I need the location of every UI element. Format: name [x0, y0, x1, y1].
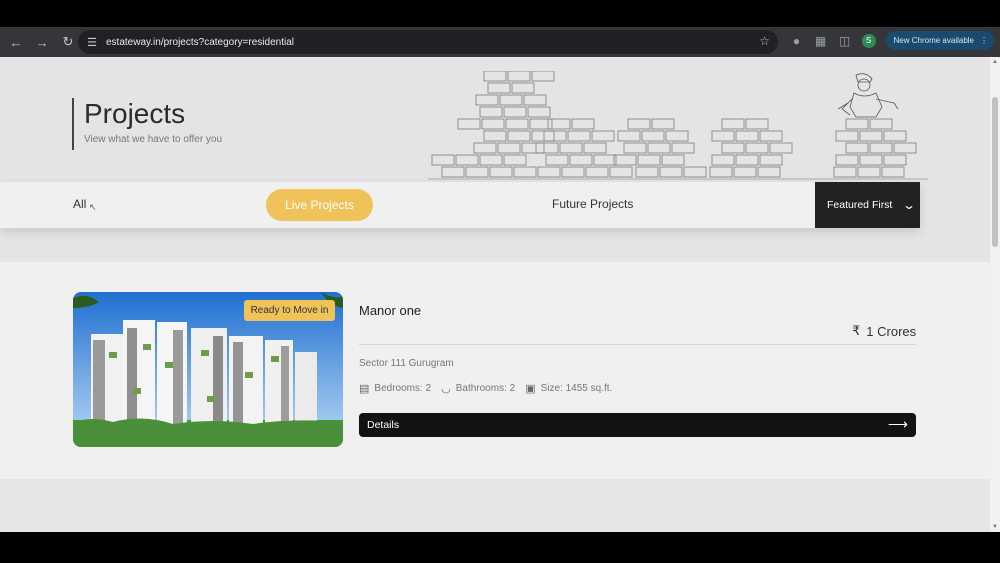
sort-dropdown-label: Featured First [827, 199, 893, 211]
hero-section: Projects View what we have to offer you [0, 57, 990, 262]
reload-icon[interactable]: ↻ [56, 30, 80, 54]
worker-figure [837, 73, 899, 118]
feature-bedrooms: ▤ Bedrooms: 2 [359, 382, 431, 395]
page-subtitle: View what we have to offer you [84, 134, 223, 145]
back-icon[interactable]: ← [4, 30, 28, 54]
star-icon[interactable]: ☆ [759, 34, 770, 48]
bedrooms-text: Bedrooms: 2 [374, 383, 432, 394]
tune-icon[interactable]: ☰ [84, 36, 100, 49]
scroll-down-icon[interactable]: ▼ [992, 524, 998, 530]
arrow-right-icon: ⟶ [887, 416, 908, 432]
forward-icon[interactable]: → [30, 30, 54, 54]
filter-tab-future-projects[interactable]: Future Projects [552, 197, 633, 211]
page-scrollbar[interactable]: ▲ ▼ [990, 57, 1000, 532]
rupee-icon: ₹ [852, 323, 861, 338]
profile-icon[interactable]: S [861, 33, 876, 48]
chevron-down-icon: ⌄ [902, 198, 917, 212]
bathtub-icon: ◡ [441, 383, 451, 395]
scrollbar-thumb[interactable] [992, 97, 998, 247]
brick-pile-worker [833, 118, 917, 178]
screen: ← → ↻ ☰ estateway.in/projects?category=r… [0, 0, 1000, 563]
browser-toolbar: ← → ↻ ☰ estateway.in/projects?category=r… [0, 27, 1000, 57]
more-icon[interactable]: ⋮ [980, 36, 988, 45]
mouse-cursor-icon: ↖ [89, 202, 97, 212]
url-text[interactable]: estateway.in/projects?category=residenti… [106, 37, 294, 48]
update-label: New Chrome available [893, 36, 974, 45]
extension-icon[interactable]: ● [790, 34, 804, 48]
filter-tab-all[interactable]: All [73, 197, 86, 211]
project-price: ₹ 1 Crores [852, 323, 916, 339]
size-text: Size: 1455 sq.ft. [540, 383, 613, 394]
divider [359, 344, 916, 345]
next-section [0, 479, 990, 532]
brick-pile-right [709, 118, 793, 178]
feature-bathrooms: ◡ Bathrooms: 2 [441, 382, 515, 395]
status-badge: Ready to Move in [244, 300, 335, 321]
project-features: ▤ Bedrooms: 2 ◡ Bathrooms: 2 ▣ Size: 145… [359, 382, 612, 395]
details-label: Details [367, 419, 400, 431]
bricks-illustration [428, 71, 928, 180]
sidepanel-icon[interactable]: ◫ [838, 34, 852, 48]
feature-size: ▣ Size: 1455 sq.ft. [525, 382, 612, 395]
scroll-up-icon[interactable]: ▲ [992, 59, 998, 65]
area-icon: ▣ [525, 383, 536, 395]
bathrooms-text: Bathrooms: 2 [455, 383, 516, 394]
filter-bar: All ↖ Live Projects Future Projects Feat… [0, 182, 920, 228]
address-bar[interactable]: ☰ estateway.in/projects?category=residen… [78, 30, 778, 54]
title-block: Projects View what we have to offer you [72, 98, 222, 150]
project-name[interactable]: Manor one [359, 303, 421, 318]
page-title: Projects [84, 98, 186, 129]
page: Projects View what we have to offer you [0, 57, 990, 532]
chrome-update-button[interactable]: New Chrome available ⋮ [885, 31, 994, 50]
brick-pile-center-right [613, 118, 707, 178]
price-value: 1 Crores [866, 323, 917, 339]
bed-icon: ▤ [359, 383, 370, 395]
details-button[interactable]: Details ⟶ [359, 413, 916, 437]
toolbar-right: ● ▦ ◫ S New Chrome available ⋮ [790, 31, 994, 50]
sort-dropdown[interactable]: Featured First ⌄ [815, 182, 920, 228]
filter-tab-live-projects[interactable]: Live Projects [266, 189, 373, 221]
brick-pile-middle [535, 118, 633, 178]
puzzle-icon[interactable]: ▦ [814, 34, 828, 48]
project-location: Sector 111 Gurugram [359, 358, 454, 369]
brick-pile-left [431, 71, 555, 178]
